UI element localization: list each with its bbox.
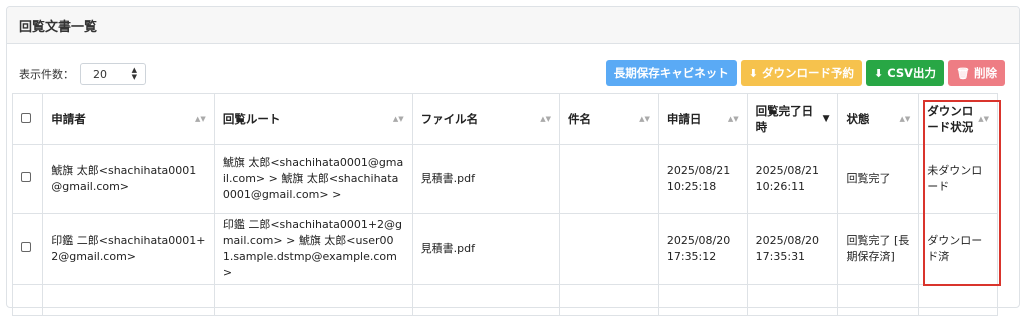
- sort-icon: ▲▼: [540, 114, 551, 123]
- empty-cell: [11, 284, 44, 316]
- column-label: 申請日: [666, 112, 702, 126]
- cell-completed: 2025/08/20 17:35:31: [746, 213, 839, 285]
- column-header-subject[interactable]: 件名 ▲▼: [558, 93, 659, 145]
- header-select-all[interactable]: [11, 93, 44, 145]
- per-page-control: 表示件数： 20 ▲ ▼: [19, 63, 146, 85]
- cell-completed: 2025/08/21 10:26:11: [746, 144, 839, 214]
- select-all-checkbox[interactable]: [21, 113, 31, 123]
- sort-icon: ▲▼: [195, 114, 206, 123]
- document-table: 申請者 ▲▼ 回覧ルート ▲▼ ファイル名 ▲▼ 件名 ▲▼ 申請日 ▲▼ 回覧完了日時 ▼…: [11, 93, 998, 316]
- download-icon: ⬇: [873, 66, 884, 80]
- column-label: ダウンロード状況: [927, 104, 974, 134]
- cell-applicant: 印鑑 二郎<shachihata0001+2@gmail.com>: [42, 213, 215, 285]
- sort-desc-icon: ▼: [822, 114, 830, 124]
- csv-export-label: CSV出力: [887, 66, 937, 80]
- cell-subject: [558, 144, 659, 214]
- row-select-cell[interactable]: [11, 144, 44, 214]
- table-row[interactable]: 印鑑 二郎<shachihata0001+2@gmail.com> 印鑑 二郎<…: [11, 213, 998, 285]
- per-page-value: 20: [93, 67, 107, 81]
- delete-button[interactable]: 🗑 削除: [948, 60, 1005, 86]
- per-page-label: 表示件数：: [19, 68, 74, 81]
- column-header-route[interactable]: 回覧ルート ▲▼: [213, 93, 413, 145]
- long-term-cabinet-button[interactable]: 長期保存キャビネット: [605, 60, 737, 86]
- row-select-cell[interactable]: [11, 213, 44, 285]
- column-label: 申請者: [51, 112, 86, 126]
- empty-cell: [918, 284, 998, 316]
- column-header-status[interactable]: 状態 ▲▼: [837, 93, 920, 145]
- action-buttons: 長期保存キャビネット ⬇ ダウンロード予約 ⬇ CSV出力 🗑 削除: [605, 60, 1005, 86]
- empty-cell: [657, 284, 748, 316]
- cell-applied: 2025/08/20 17:35:12: [657, 213, 748, 285]
- trash-icon: 🗑: [956, 66, 970, 80]
- cell-file: 見積書.pdf: [411, 213, 560, 285]
- column-label: ファイル名: [420, 112, 479, 126]
- empty-cell: [558, 284, 659, 316]
- cabinet-button-label: 長期保存キャビネット: [613, 66, 729, 80]
- per-page-select[interactable]: 20 ▲ ▼: [80, 63, 146, 85]
- column-header-download[interactable]: ダウンロード状況 ▲▼: [918, 93, 998, 145]
- sort-icon: ▲▼: [978, 114, 989, 123]
- table-header-row: 申請者 ▲▼ 回覧ルート ▲▼ ファイル名 ▲▼ 件名 ▲▼ 申請日 ▲▼ 回覧完了日時 ▼…: [11, 93, 998, 145]
- sort-icon: ▲▼: [639, 114, 650, 123]
- cell-file: 見積書.pdf: [411, 144, 560, 214]
- row-checkbox[interactable]: [21, 242, 31, 252]
- row-checkbox[interactable]: [21, 172, 31, 182]
- csv-export-button[interactable]: ⬇ CSV出力: [865, 60, 945, 86]
- toolbar: 表示件数： 20 ▲ ▼ 長期保存キャビネット ⬇ ダウンロード予約 ⬇ CSV出…: [19, 60, 1005, 88]
- download-reserve-button[interactable]: ⬇ ダウンロード予約: [740, 60, 862, 86]
- column-header-applied[interactable]: 申請日 ▲▼: [657, 93, 748, 145]
- page-title: 回覧文書一覧: [7, 7, 1019, 44]
- empty-cell: [837, 284, 920, 316]
- column-label: 件名: [567, 112, 591, 126]
- table-row[interactable]: 鯱旗 太郎<shachihata0001@gmail.com> 鯱旗 太郎<sh…: [11, 144, 998, 214]
- cell-status: 回覧完了: [837, 144, 920, 214]
- column-header-file[interactable]: ファイル名 ▲▼: [411, 93, 560, 145]
- empty-cell: [42, 284, 215, 316]
- download-icon: ⬇: [748, 66, 758, 80]
- cell-applied: 2025/08/21 10:25:18: [657, 144, 748, 214]
- cell-applicant: 鯱旗 太郎<shachihata0001@gmail.com>: [42, 144, 215, 214]
- cell-status: 回覧完了 [長期保存済]: [837, 213, 920, 285]
- cell-subject: [558, 213, 659, 285]
- column-header-applicant[interactable]: 申請者 ▲▼: [42, 93, 215, 145]
- cell-download: ダウンロード済: [918, 213, 998, 285]
- column-header-completed[interactable]: 回覧完了日時 ▼: [746, 93, 839, 145]
- table-row[interactable]: [11, 284, 998, 316]
- column-label: 回覧ルート: [222, 112, 281, 126]
- empty-cell: [411, 284, 560, 316]
- sort-icon: ▲▼: [899, 114, 911, 123]
- cell-download: 未ダウンロード: [918, 144, 998, 214]
- cell-route: 鯱旗 太郎<shachihata0001@gmail.com> > 鯱旗 太郎<…: [213, 144, 413, 214]
- column-label: 状態: [846, 112, 870, 126]
- select-arrows-icon: ▲ ▼: [131, 66, 137, 81]
- empty-cell: [213, 284, 413, 316]
- sort-icon: ▲▼: [392, 114, 404, 123]
- delete-label: 削除: [974, 66, 997, 80]
- cell-route: 印鑑 二郎<shachihata0001+2@gmail.com> > 鯱旗 太…: [213, 213, 413, 285]
- empty-cell: [746, 284, 839, 316]
- sort-icon: ▲▼: [727, 114, 739, 123]
- column-label: 回覧完了日時: [755, 104, 814, 134]
- download-reserve-label: ダウンロード予約: [761, 66, 854, 80]
